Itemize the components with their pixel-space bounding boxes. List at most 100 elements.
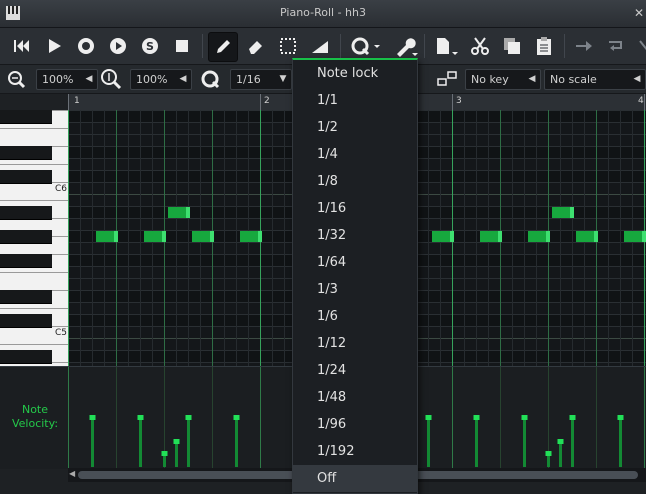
- scroll-left-icon[interactable]: ◀: [69, 469, 75, 478]
- note[interactable]: [144, 231, 166, 242]
- note[interactable]: [552, 207, 574, 218]
- velocity-bar[interactable]: [617, 415, 624, 467]
- quantize-combo[interactable]: 1/16 ▼: [230, 69, 292, 90]
- detune-mode-button[interactable]: [306, 32, 334, 60]
- arrow-left-icon: ◀: [179, 74, 187, 84]
- velocity-bar[interactable]: [161, 451, 168, 467]
- quantize-icon: [201, 70, 220, 89]
- menu-item-1-192[interactable]: 1/192: [293, 438, 417, 465]
- quantize-dropdown-menu: Note lock 1/1 1/2 1/4 1/8 1/16 1/32 1/64 1/3 1/6 1…: [292, 58, 418, 494]
- clipboard-icon: [537, 37, 551, 55]
- black-key[interactable]: [0, 254, 52, 268]
- scissors-partial-icon: [639, 40, 646, 51]
- copy-button[interactable]: [498, 32, 526, 60]
- toolbar-overflow[interactable]: [634, 32, 646, 60]
- black-key[interactable]: [0, 290, 52, 304]
- velocity-bar[interactable]: [521, 415, 528, 467]
- arrow-left-icon: ◀: [528, 74, 536, 84]
- h-zoom-combo[interactable]: 100% ◀: [36, 69, 98, 90]
- note[interactable]: [432, 231, 454, 242]
- toolbar-separator: [340, 34, 341, 58]
- erase-mode-button[interactable]: [242, 32, 270, 60]
- ruler-tick: [68, 94, 69, 110]
- menu-item-1-96[interactable]: 1/96: [293, 411, 417, 438]
- cut-button[interactable]: [466, 32, 494, 60]
- record-button[interactable]: [72, 32, 100, 60]
- draw-mode-button[interactable]: [208, 32, 238, 62]
- quantize-value: 1/16: [236, 73, 261, 86]
- title-bar: Piano-Roll - hh3 ✕: [0, 0, 646, 28]
- key-combo[interactable]: No key ◀: [465, 69, 541, 90]
- record-while-playing-button[interactable]: [104, 32, 132, 60]
- velocity-bar[interactable]: [557, 439, 564, 467]
- toolbar-separator: [564, 34, 565, 58]
- menu-item-1-6[interactable]: 1/6: [293, 303, 417, 330]
- select-mode-button[interactable]: [274, 32, 302, 60]
- velocity-bar[interactable]: [185, 415, 192, 467]
- eraser-icon: [249, 41, 262, 54]
- new-clip-button[interactable]: [430, 32, 460, 60]
- scale-combo[interactable]: No scale ◀: [544, 69, 646, 90]
- menu-item-1-12[interactable]: 1/12: [293, 330, 417, 357]
- black-key[interactable]: [0, 146, 52, 160]
- velocity-bar[interactable]: [173, 439, 180, 467]
- window-title: Piano-Roll - hh3: [280, 6, 366, 19]
- record-solo-button[interactable]: S: [136, 32, 164, 60]
- glue-button[interactable]: [570, 32, 598, 60]
- menu-item-1-4[interactable]: 1/4: [293, 141, 417, 168]
- black-key[interactable]: [0, 110, 52, 124]
- velocity-bar[interactable]: [425, 415, 432, 467]
- menu-item-1-48[interactable]: 1/48: [293, 384, 417, 411]
- note[interactable]: [192, 231, 214, 242]
- note-velocity-label-line1: Note: [21, 403, 49, 416]
- note[interactable]: [480, 231, 502, 242]
- window-close-button[interactable]: ✕: [630, 4, 646, 22]
- v-zoom-combo[interactable]: 100% ◀: [130, 69, 192, 90]
- white-key-separator: [0, 200, 68, 201]
- note[interactable]: [168, 207, 190, 218]
- note[interactable]: [528, 231, 550, 242]
- black-key[interactable]: [0, 230, 52, 244]
- black-key[interactable]: [0, 350, 52, 364]
- record-icon: [78, 38, 94, 54]
- menu-item-1-1[interactable]: 1/1: [293, 87, 417, 114]
- black-key[interactable]: [0, 314, 52, 328]
- note[interactable]: [624, 231, 646, 242]
- velocity-bar[interactable]: [89, 415, 96, 467]
- play-button[interactable]: [40, 32, 68, 60]
- quantize-button[interactable]: [346, 32, 386, 60]
- key-label-c5: C5: [55, 328, 68, 338]
- velocity-bar[interactable]: [233, 415, 240, 467]
- piano-keyboard[interactable]: C6 C5: [0, 110, 68, 366]
- menu-item-off[interactable]: Off: [293, 465, 417, 492]
- wrench-icon: [397, 38, 418, 57]
- detune-icon: [312, 41, 328, 53]
- menu-item-1-2[interactable]: 1/2: [293, 114, 417, 141]
- scale-value: No scale: [550, 73, 597, 86]
- black-key[interactable]: [0, 170, 52, 184]
- menu-item-note-lock[interactable]: Note lock: [293, 60, 417, 87]
- velocity-bar[interactable]: [473, 415, 480, 467]
- stop-button[interactable]: [168, 32, 196, 60]
- menu-item-1-64[interactable]: 1/64: [293, 249, 417, 276]
- menu-item-1-32[interactable]: 1/32: [293, 222, 417, 249]
- note[interactable]: [240, 231, 262, 242]
- menu-item-1-16[interactable]: 1/16: [293, 195, 417, 222]
- velocity-bar[interactable]: [569, 415, 576, 467]
- ruler-tick: [260, 94, 261, 110]
- menu-item-1-3[interactable]: 1/3: [293, 276, 417, 303]
- velocity-bar[interactable]: [137, 415, 144, 467]
- loop-button[interactable]: [602, 32, 630, 60]
- black-key[interactable]: [0, 206, 52, 220]
- note[interactable]: [96, 231, 118, 242]
- toolbar-separator: [202, 34, 203, 58]
- velocity-bar[interactable]: [545, 451, 552, 467]
- menu-item-1-24[interactable]: 1/24: [293, 357, 417, 384]
- paste-button[interactable]: [530, 32, 558, 60]
- note[interactable]: [576, 231, 598, 242]
- menu-item-1-8[interactable]: 1/8: [293, 168, 417, 195]
- key-value: No key: [471, 73, 509, 86]
- tools-button[interactable]: [390, 32, 420, 60]
- svg-text:S: S: [146, 40, 154, 53]
- stop-to-start-button[interactable]: [8, 32, 36, 60]
